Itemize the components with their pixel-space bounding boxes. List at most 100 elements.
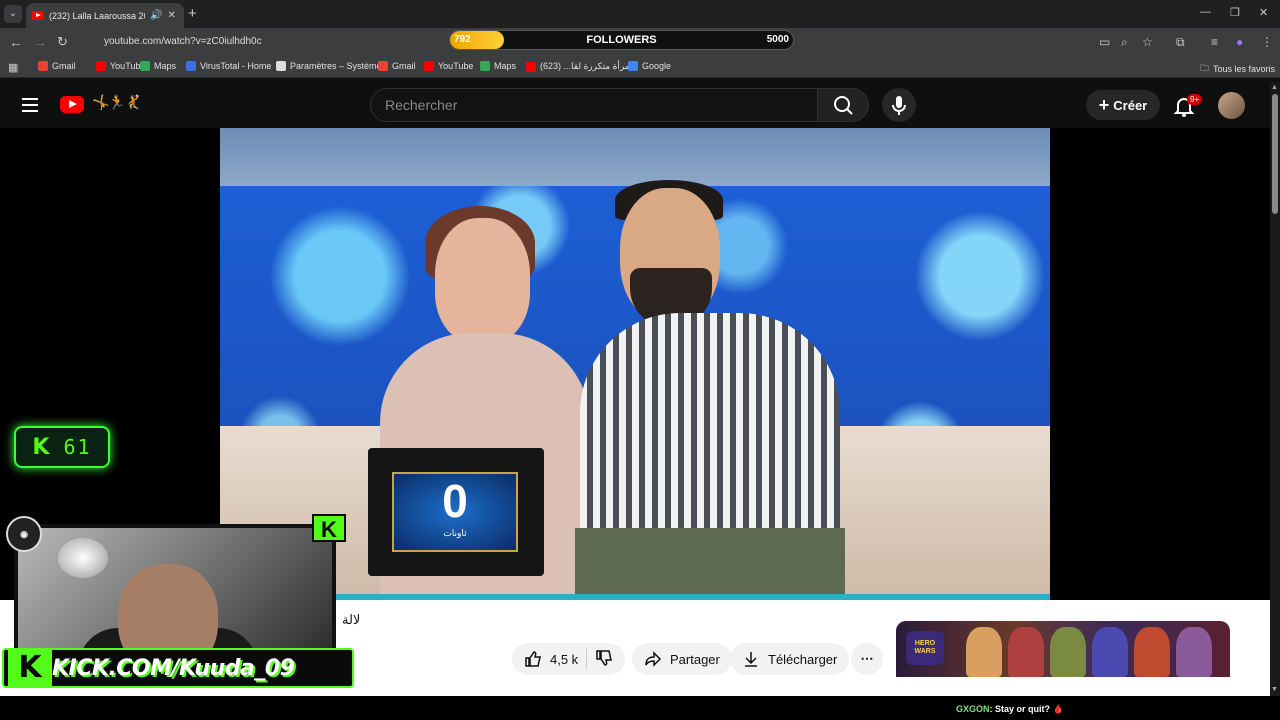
viewer-count: 61: [63, 435, 92, 459]
scroll-down-arrow-icon[interactable]: ▼: [1271, 686, 1278, 693]
share-button[interactable]: Partager: [632, 643, 732, 675]
bookmark-label: YouTube: [438, 61, 474, 71]
ad-banner[interactable]: HERO WARS: [896, 621, 1230, 677]
new-tab-button[interactable]: +: [188, 5, 197, 22]
kick-logo-icon: K: [8, 650, 52, 686]
minimize-icon[interactable]: —: [1200, 6, 1211, 18]
chat-message: GXGON: Stay or quit? 🩸: [956, 704, 1064, 715]
kick-channel-banner: K KICK.COM/Kuuda_09: [2, 648, 354, 688]
bookmark-item[interactable]: Gmail: [378, 61, 416, 71]
address-bar[interactable]: youtube.com/watch?v=zC0iulhdh0c: [104, 36, 262, 47]
like-button[interactable]: 4,5 k: [524, 650, 578, 668]
bookmark-item[interactable]: Maps: [140, 61, 176, 71]
tab-title: (232) Lalla Laaroussa 2026 |: [49, 10, 145, 21]
more-horizontal-icon: ⋯: [860, 651, 874, 666]
create-button[interactable]: + Créer: [1086, 90, 1160, 120]
bookmark-label: إمرأة متكررة لقا... (623): [540, 61, 633, 71]
download-button[interactable]: Télécharger: [730, 643, 850, 675]
cast-icon[interactable]: ▭: [1099, 35, 1110, 49]
restore-icon[interactable]: ❐: [1230, 6, 1240, 19]
bookmark-item[interactable]: إمرأة متكررة لقا... (623): [526, 61, 632, 72]
ad-hero-figure: [966, 627, 1002, 677]
video-title: لالة: [342, 612, 361, 627]
ad-hero-figure: [1092, 627, 1128, 677]
like-dislike-group: 4,5 k: [512, 643, 626, 675]
chat-username: GXGON: [956, 704, 990, 714]
scrollbar-thumb[interactable]: [1272, 94, 1278, 214]
forward-icon[interactable]: →: [33, 34, 47, 50]
ad-hero-figure: [1134, 627, 1170, 677]
bookmark-label: Paramètres – Système: [290, 61, 382, 71]
page-scrollbar[interactable]: ▲ ▼: [1270, 82, 1280, 696]
voice-search-button[interactable]: [882, 88, 916, 122]
kick-channel-url: KICK.COM/Kuuda_09: [52, 655, 295, 681]
extensions-icon[interactable]: ⧉: [1176, 35, 1185, 50]
bookmark-favicon-icon: [378, 61, 388, 71]
thumbs-up-icon: [525, 651, 541, 667]
webcam-light: [58, 538, 108, 578]
ad-hero-figure: [1008, 627, 1044, 677]
followers-goal: 5000: [766, 34, 789, 45]
kick-viewer-badge: K 61: [14, 426, 110, 468]
score-label: ثاونات: [443, 528, 467, 538]
profile-icon[interactable]: ●: [1236, 35, 1243, 49]
speaker-icon[interactable]: 🔊: [150, 10, 162, 21]
youtube-logo[interactable]: [60, 96, 84, 113]
all-bookmarks[interactable]: 🗀 Tous les favoris: [1200, 61, 1275, 77]
bookmark-label: Gmail: [52, 61, 76, 71]
search-input[interactable]: Rechercher: [370, 88, 818, 122]
right-background: [1050, 128, 1270, 600]
browser-tabstrip: ⌄ (232) Lalla Laaroussa 2026 | 🔊 ✕ + — ❐…: [0, 0, 1280, 28]
bookmark-item[interactable]: Gmail: [38, 61, 76, 71]
kick-corner-logo-icon: K: [312, 514, 346, 542]
apps-grid-icon[interactable]: ▦: [8, 61, 18, 74]
bookmark-item[interactable]: Google: [628, 61, 671, 71]
plus-icon: +: [1098, 94, 1110, 115]
bookmark-favicon-icon: [628, 61, 638, 71]
followers-label: FOLLOWERS: [586, 34, 657, 46]
like-count: 4,5 k: [550, 651, 579, 667]
menu-kebab-icon[interactable]: ⋮: [1261, 35, 1273, 49]
media-icon[interactable]: ≡: [1211, 35, 1218, 49]
bookmark-item[interactable]: Paramètres – Système: [276, 61, 382, 71]
dislike-button[interactable]: [595, 649, 613, 670]
bookmark-item[interactable]: YouTube: [96, 61, 145, 71]
chat-text: : Stay or quit? 🩸: [989, 704, 1064, 714]
bookmark-label: Maps: [494, 61, 517, 71]
search-button[interactable]: [817, 88, 869, 122]
video-studio-top: [220, 128, 1050, 186]
youtube-doodle[interactable]: 🤸🏃🤾: [92, 94, 142, 111]
hamburger-menu-icon[interactable]: [22, 98, 38, 116]
score-value: 0: [442, 475, 468, 527]
bookmark-item[interactable]: Maps: [480, 61, 516, 71]
bookmark-item[interactable]: YouTube: [424, 61, 473, 71]
thumbs-down-icon: [596, 649, 613, 666]
bookmark-label: Maps: [154, 61, 177, 71]
kick-logo-icon: K: [32, 434, 50, 460]
ad-hero-figure: [1050, 627, 1086, 677]
window-close-icon[interactable]: ✕: [1259, 6, 1268, 19]
bookmark-favicon-icon: [186, 61, 196, 71]
bookmark-star-icon[interactable]: ☆: [1142, 35, 1153, 49]
more-actions-button[interactable]: ⋯: [851, 643, 883, 675]
woman-head: [435, 218, 530, 343]
zoom-icon[interactable]: ⌕: [1121, 35, 1128, 50]
share-label: Partager: [670, 651, 720, 667]
youtube-header: 🤸🏃🤾 Rechercher + Créer: [0, 82, 1270, 128]
score-screen: 0 ثاونات: [392, 472, 518, 552]
scroll-up-arrow-icon[interactable]: ▲: [1271, 84, 1278, 91]
reload-icon[interactable]: ↻: [57, 34, 68, 50]
back-icon[interactable]: ←: [9, 34, 23, 50]
browser-tab[interactable]: (232) Lalla Laaroussa 2026 | 🔊 ✕: [26, 3, 184, 28]
download-icon: [745, 652, 757, 667]
close-tab-icon[interactable]: ✕: [167, 10, 175, 21]
account-avatar[interactable]: [1218, 92, 1245, 119]
followers-goal-bar: 792 FOLLOWERS 5000: [449, 30, 794, 50]
ad-hero-figure: [1176, 627, 1212, 677]
bookmark-label: VirusTotal - Home: [200, 61, 272, 71]
bookmark-item[interactable]: VirusTotal - Home: [186, 61, 271, 71]
tab-search-button[interactable]: ⌄: [4, 5, 22, 23]
microphone-icon: [892, 96, 906, 115]
folder-icon: 🗀: [1200, 63, 1210, 73]
notification-badge: 9+: [1187, 94, 1203, 105]
